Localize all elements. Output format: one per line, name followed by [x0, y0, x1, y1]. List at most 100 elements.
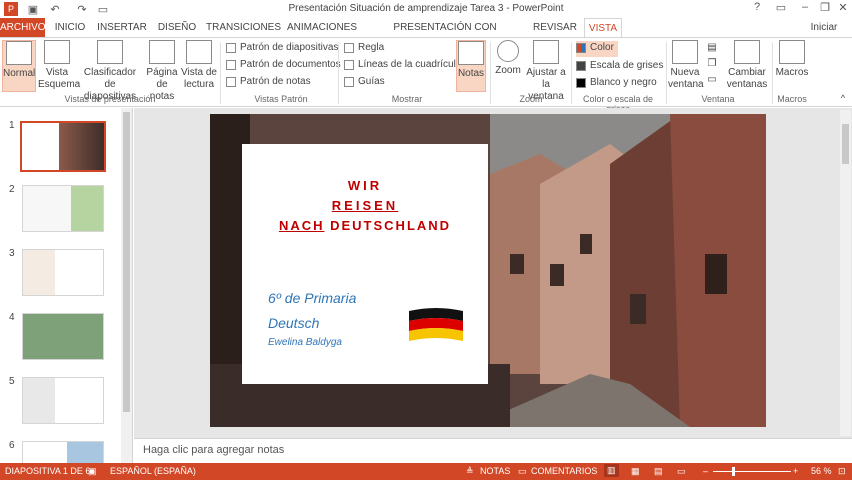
slide-thumbnail-1[interactable]: [20, 121, 106, 172]
color-label: Color: [590, 42, 614, 53]
notes-pane[interactable]: Haga clic para agregar notas: [134, 438, 852, 463]
normal-view-status-icon[interactable]: ▥: [604, 464, 619, 477]
switch-windows-icon: [734, 40, 760, 64]
slide-number: 3: [9, 248, 15, 259]
ribbon-separator: [338, 42, 339, 104]
tab-diseno[interactable]: DISEÑO: [155, 18, 199, 37]
gridlines-check-icon: [344, 60, 354, 70]
collapse-ribbon-icon[interactable]: ^: [838, 92, 848, 104]
scrollbar-thumb[interactable]: [123, 112, 130, 412]
ruler-checkbox[interactable]: Regla: [344, 41, 384, 57]
slide-title-line3: NACH DEUTSCHLAND: [242, 218, 488, 233]
black-white-icon: [576, 78, 586, 88]
ribbon-options-icon[interactable]: ▭: [770, 1, 792, 17]
tab-vista[interactable]: VISTA: [584, 18, 622, 37]
grayscale-label: Escala de grises: [590, 60, 664, 71]
slide-scrollbar[interactable]: [840, 110, 851, 436]
zoom-in-icon[interactable]: +: [793, 466, 798, 476]
ribbon-tabs: ARCHIVO INICIO INSERTAR DISEÑO TRANSICIO…: [0, 18, 852, 52]
ruler-label: Regla: [358, 42, 385, 53]
slide-thumbnail-3[interactable]: [22, 249, 104, 296]
slideshow-status-icon[interactable]: ▭: [677, 466, 686, 477]
macros-icon: [779, 40, 805, 64]
tab-revisar[interactable]: REVISAR: [532, 18, 578, 37]
color-icon: [576, 43, 586, 53]
zoom-level[interactable]: 56 %: [811, 466, 832, 476]
reading-view-button[interactable]: Vista de lectura: [181, 40, 217, 91]
slide-scrollbar-thumb[interactable]: [842, 124, 849, 164]
spell-check-icon[interactable]: ▣: [88, 466, 97, 477]
normal-view-button[interactable]: Normal: [2, 40, 36, 92]
outline-view-button[interactable]: Vista Esquema: [38, 40, 81, 91]
gridlines-checkbox[interactable]: Líneas de la cuadrícula: [344, 58, 461, 74]
macros-button[interactable]: Macros: [775, 40, 809, 79]
status-bar: DIAPOSITIVA 1 DE 6 ▣ ESPAÑOL (ESPAÑA) ≜ …: [0, 463, 852, 480]
ruler-check-icon: [344, 43, 354, 53]
color-button[interactable]: Color: [576, 41, 618, 57]
slide[interactable]: WIR REISEN NACH DEUTSCHLAND 6º de Primar…: [210, 114, 766, 427]
comments-status-button[interactable]: COMENTARIOS: [531, 466, 597, 476]
notes-toggle-button[interactable]: Notas: [456, 40, 486, 92]
zoom-out-icon[interactable]: –: [703, 466, 708, 476]
slide-thumbnail-4[interactable]: [22, 313, 104, 360]
new-window-icon: [672, 40, 698, 64]
black-white-button[interactable]: Blanco y negro: [576, 76, 657, 92]
grayscale-button[interactable]: Escala de grises: [576, 59, 663, 75]
title-card[interactable]: WIR REISEN NACH DEUTSCHLAND 6º de Primar…: [242, 144, 488, 384]
arrange-all-icon[interactable]: ▤: [706, 42, 718, 54]
tab-transiciones[interactable]: TRANSICIONES: [206, 18, 281, 37]
notes-master-label: Patrón de notas: [240, 76, 311, 87]
notes-placeholder[interactable]: Haga clic para agregar notas: [143, 444, 284, 456]
zoom-button[interactable]: Zoom: [494, 40, 522, 77]
notes-status-icon: ≜: [466, 466, 474, 476]
black-white-label: Blanco y negro: [590, 77, 657, 88]
title-bar: P ▣ ↶ ↷ ▭ Presentación Situación de ampr…: [0, 0, 852, 18]
ribbon-separator: [772, 42, 773, 104]
zoom-slider[interactable]: [713, 471, 791, 472]
switch-windows-button[interactable]: Cambiar ventanas: [726, 40, 768, 91]
thumbnail-scrollbar[interactable]: [121, 108, 132, 463]
slide-thumbnail-5[interactable]: [22, 377, 104, 424]
outline-view-label: Vista Esquema: [38, 67, 81, 90]
handout-master-button[interactable]: Patrón de documentos: [226, 58, 341, 74]
cascade-icon[interactable]: ❐: [706, 58, 718, 70]
slide-number: 1: [9, 120, 15, 131]
guides-checkbox[interactable]: Guías: [344, 75, 385, 91]
slide-title-nach: NACH: [278, 218, 325, 233]
handout-master-icon: [226, 60, 236, 70]
new-window-button[interactable]: Nueva ventana: [668, 40, 704, 91]
reading-view-icon: [186, 40, 212, 64]
fit-slide-icon[interactable]: ⊡: [838, 466, 846, 477]
close-icon[interactable]: ✕: [832, 1, 852, 17]
tab-presentacion[interactable]: PRESENTACIÓN CON DIAPOSITIVAS: [366, 18, 524, 52]
sign-in-link[interactable]: Iniciar sesión: [796, 18, 852, 52]
notes-master-button[interactable]: Patrón de notas: [226, 75, 311, 91]
slide-thumbnail-6[interactable]: [22, 441, 104, 463]
slide-number: 4: [9, 312, 15, 323]
slide-subject: Deutsch: [268, 315, 320, 331]
tab-archivo[interactable]: ARCHIVO: [0, 18, 46, 37]
group-label-patron: Vistas Patrón: [254, 94, 308, 104]
slide-sorter-status-icon[interactable]: ▦: [631, 466, 640, 477]
normal-view-label: Normal: [3, 68, 36, 79]
slide-editing-area: WIR REISEN NACH DEUTSCHLAND 6º de Primar…: [134, 108, 852, 438]
slide-sorter-icon: [97, 40, 123, 64]
guides-check-icon: [344, 77, 354, 87]
slide-master-button[interactable]: Patrón de diapositivas: [226, 41, 338, 57]
notes-status-button[interactable]: NOTAS: [480, 466, 510, 476]
german-flag-icon: [409, 308, 463, 341]
reading-view-label: Vista de lectura: [181, 67, 217, 90]
slide-author: Ewelina Baldyga: [268, 337, 342, 348]
tab-animaciones[interactable]: ANIMACIONES: [287, 18, 357, 37]
help-icon[interactable]: ?: [746, 1, 768, 17]
slide-thumbnail-2[interactable]: [22, 185, 104, 232]
language-status[interactable]: ESPAÑOL (ESPAÑA): [110, 466, 196, 476]
slide-number: 6: [9, 440, 15, 451]
zoom-slider-thumb[interactable]: [732, 467, 735, 476]
tab-insertar[interactable]: INSERTAR: [96, 18, 148, 37]
slide-title-deutschland: DEUTSCHLAND: [324, 218, 452, 233]
reading-view-status-icon[interactable]: ▤: [654, 466, 663, 477]
minimize-icon[interactable]: –: [794, 1, 816, 17]
move-split-icon[interactable]: ▭: [706, 74, 718, 86]
tab-inicio[interactable]: INICIO: [50, 18, 90, 37]
